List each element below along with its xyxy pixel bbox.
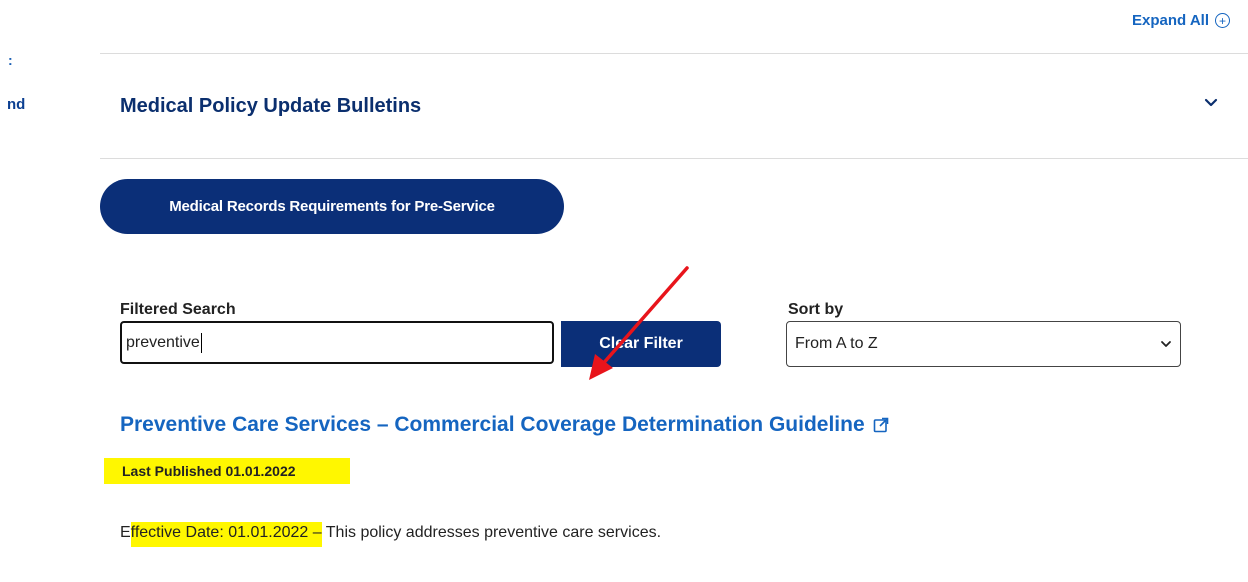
chevron-down-icon [1161, 341, 1171, 347]
page: : nd Expand All + Medical Policy Update … [0, 0, 1248, 582]
filtered-search-input[interactable]: preventive [120, 321, 554, 364]
divider-bottom [100, 158, 1248, 159]
medical-records-button[interactable]: Medical Records Requirements for Pre-Ser… [100, 179, 564, 234]
external-link-icon [873, 417, 888, 433]
result-title-link[interactable]: Preventive Care Services – Commercial Co… [120, 413, 889, 437]
nav-fragment-bottom[interactable]: nd [7, 96, 25, 113]
chevron-down-icon[interactable] [1204, 96, 1218, 110]
expand-all-label: Expand All [1132, 12, 1209, 29]
result-title: Preventive Care Services – Commercial Co… [120, 413, 865, 436]
plus-circle-icon: + [1215, 13, 1230, 28]
nav-fragment-top[interactable]: : [8, 52, 13, 68]
sort-by-label: Sort by [788, 301, 844, 318]
effective-prefix: E [120, 524, 131, 541]
effective-date-highlight: ffective Date: 01.01.2022 – [130, 522, 322, 547]
effective-description: This policy addresses preventive care se… [321, 524, 662, 541]
accordion-title[interactable]: Medical Policy Update Bulletins [120, 95, 421, 118]
search-input-value: preventive [126, 333, 200, 351]
last-published-text: Last Published 01.01.2022 [104, 458, 350, 484]
divider-top [100, 53, 1248, 54]
effective-date-text: Effective Date: 01.01.2022 – This policy… [120, 522, 662, 547]
filtered-search-label: Filtered Search [120, 301, 236, 318]
expand-all-button[interactable]: Expand All + [1132, 12, 1230, 29]
annotation-arrow-icon [589, 266, 689, 380]
sort-select[interactable]: From A to Z [786, 321, 1181, 367]
sort-selected-value: From A to Z [795, 335, 878, 352]
text-caret [200, 332, 202, 353]
